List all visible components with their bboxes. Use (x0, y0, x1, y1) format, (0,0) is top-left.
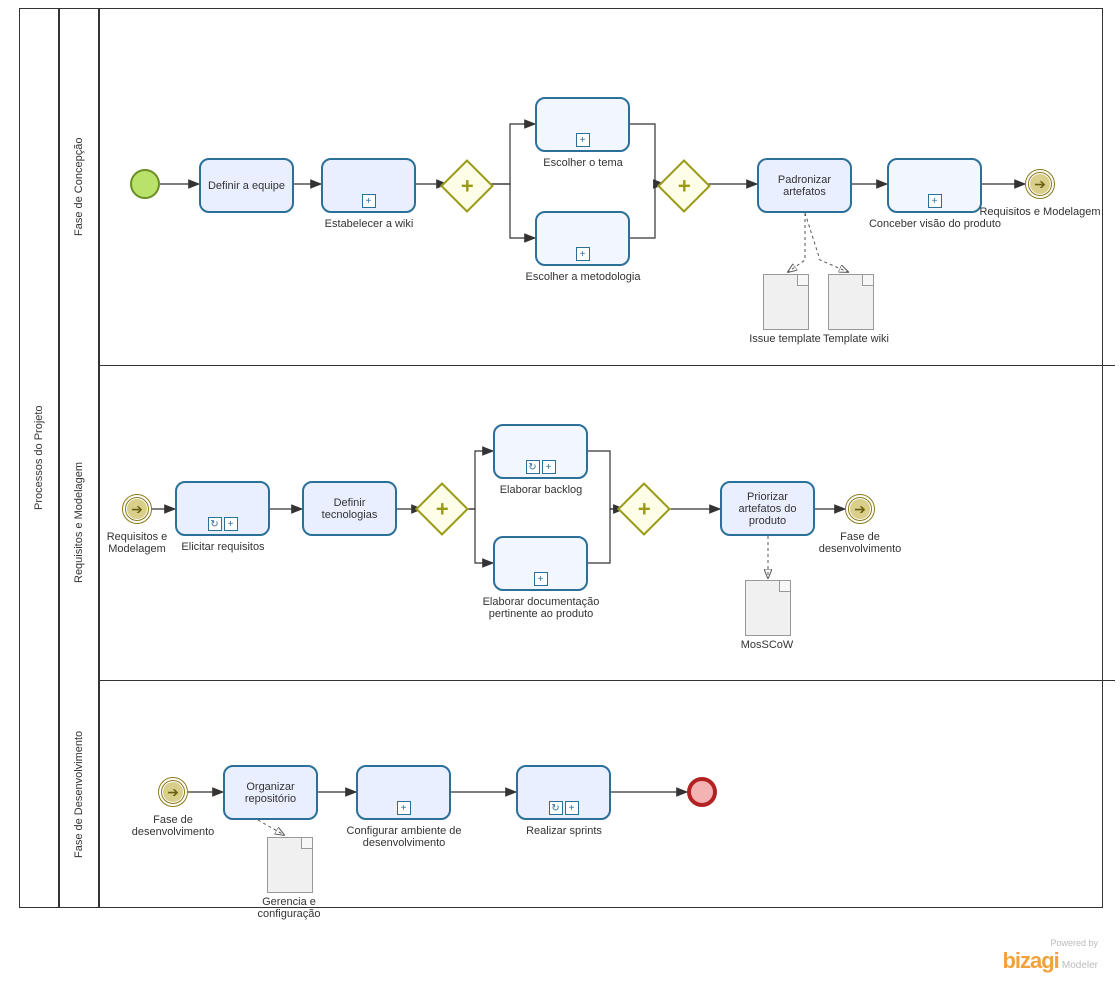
task-label: Escolher a metodologia (513, 271, 653, 283)
subprocess-icon: + (928, 194, 942, 208)
task-configurar-ambiente: + (356, 765, 451, 820)
artifact-label: MosSCoW (697, 639, 837, 651)
task-escolher-metodologia: + (535, 211, 630, 266)
task-escolher-tema: + (535, 97, 630, 152)
subprocess-icon: + (576, 247, 590, 261)
lane3-title: Fase de Desenvolvimento (64, 680, 94, 908)
plus-icon: + (461, 173, 474, 199)
task-label: Definir tecnologias (308, 497, 391, 521)
artifact-label: Gerencia e configuração (239, 896, 339, 920)
task-label: Elicitar requisitos (153, 541, 293, 553)
brand-name: bizagi (1002, 948, 1058, 973)
subprocess-icon: + (542, 460, 556, 474)
task-label: Organizar repositório (229, 781, 312, 805)
task-elicitar-requisitos: ↻ + (175, 481, 270, 536)
data-object (267, 837, 311, 891)
task-label: Conceber visão do produto (865, 218, 1005, 230)
link-throw-event: ➔ (1025, 169, 1055, 199)
task-label: Configurar ambiente de desenvolvimento (334, 825, 474, 849)
task-elaborar-doc: + (493, 536, 588, 591)
subprocess-icon: + (224, 517, 238, 531)
artifact-label: Template wiki (811, 333, 901, 345)
data-object (763, 274, 807, 328)
data-object (745, 580, 789, 634)
task-label: Priorizar artefatos do produto (726, 491, 809, 527)
subprocess-icon: + (362, 194, 376, 208)
subprocess-icon: + (565, 801, 579, 815)
plus-icon: + (436, 496, 449, 522)
task-priorizar-artefatos: Priorizar artefatos do produto (720, 481, 815, 536)
subprocess-icon: + (534, 572, 548, 586)
link-catch-event: ➔ (122, 494, 152, 524)
parallel-gateway: + (665, 167, 703, 205)
loop-icon: ↻ (549, 801, 563, 815)
lane1-title: Fase de Concepção (64, 8, 94, 365)
task-elaborar-backlog: ↻ + (493, 424, 588, 479)
task-estabelecer-wiki: + (321, 158, 416, 213)
event-label: Fase de desenvolvimento (118, 814, 228, 838)
task-definir-tecnologias: Definir tecnologias (302, 481, 397, 536)
powered-by-label: Powered by (1002, 938, 1098, 948)
subprocess-icon: + (397, 801, 411, 815)
task-label: Padronizar artefatos (763, 174, 846, 198)
plus-icon: + (678, 173, 691, 199)
task-definir-equipe: Definir a equipe (199, 158, 294, 213)
brand-product: Modeler (1062, 960, 1098, 971)
task-label: Elaborar backlog (471, 484, 611, 496)
plus-icon: + (638, 496, 651, 522)
task-label: Estabelecer a wiki (299, 218, 439, 230)
branding-logo: Powered by bizagi Modeler (1002, 938, 1098, 974)
task-label: Realizar sprints (494, 825, 634, 837)
parallel-gateway: + (625, 490, 663, 528)
end-event (687, 777, 717, 807)
start-event (130, 169, 160, 199)
parallel-gateway: + (448, 167, 486, 205)
data-object (828, 274, 872, 328)
event-label: Requisitos e Modelagem (970, 206, 1110, 218)
subprocess-icon: + (576, 133, 590, 147)
pool-title: Processos do Projeto (24, 8, 54, 908)
lane2-title: Requisitos e Modelagem (64, 365, 94, 680)
link-catch-event: ➔ (158, 777, 188, 807)
task-label: Escolher o tema (513, 157, 653, 169)
parallel-gateway: + (423, 490, 461, 528)
loop-icon: ↻ (208, 517, 222, 531)
task-conceber-visao: + (887, 158, 982, 213)
task-padronizar-artefatos: Padronizar artefatos (757, 158, 852, 213)
task-realizar-sprints: ↻ + (516, 765, 611, 820)
link-throw-event: ➔ (845, 494, 875, 524)
task-label: Definir a equipe (208, 180, 285, 192)
task-label: Elaborar documentação pertinente ao prod… (466, 596, 616, 620)
event-label: Fase de desenvolvimento (805, 531, 915, 555)
task-organizar-repo: Organizar repositório (223, 765, 318, 820)
loop-icon: ↻ (526, 460, 540, 474)
bpmn-diagram: Processos do Projeto Fase de Concepção R… (0, 0, 1120, 986)
